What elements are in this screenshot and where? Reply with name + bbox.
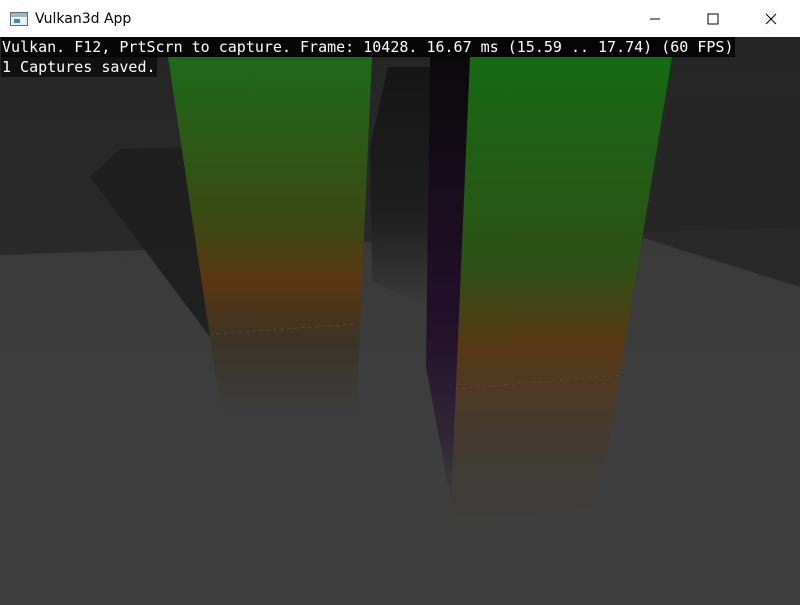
fog-overlay xyxy=(0,337,800,605)
maximize-icon xyxy=(707,13,719,24)
close-icon xyxy=(765,13,777,24)
minimize-button[interactable] xyxy=(626,0,684,37)
captures-overlay-text: 1 Captures saved. xyxy=(1,57,157,77)
render-viewport[interactable]: Vulkan. F12, PrtScrn to capture. Frame: … xyxy=(0,37,800,605)
caption-buttons xyxy=(626,0,800,37)
title-bar[interactable]: Vulkan3d App xyxy=(0,0,800,37)
app-window-icon xyxy=(10,11,28,26)
scene-render xyxy=(0,37,800,605)
close-button[interactable] xyxy=(742,0,800,37)
status-overlay-text: Vulkan. F12, PrtScrn to capture. Frame: … xyxy=(1,37,735,57)
app-window: Vulkan3d App Vulkan. F12, PrtScrn to cap… xyxy=(0,0,800,605)
minimize-icon xyxy=(650,18,660,19)
maximize-button[interactable] xyxy=(684,0,742,37)
window-title: Vulkan3d App xyxy=(35,10,132,27)
